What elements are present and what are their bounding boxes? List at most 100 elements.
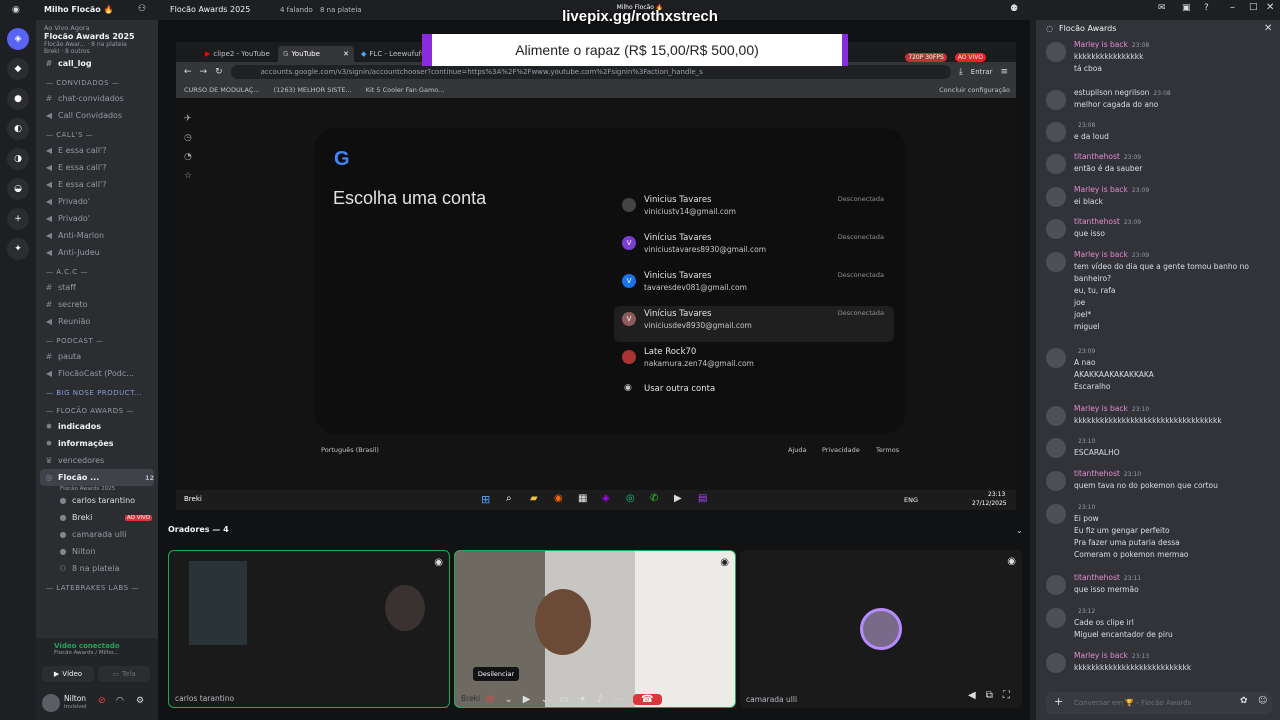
message-author[interactable]: Marley is back bbox=[1074, 250, 1128, 259]
category-latebrakes[interactable]: — LateBrakes Labs — bbox=[36, 581, 158, 595]
signin-button[interactable]: Entrar bbox=[971, 68, 993, 76]
avatar[interactable] bbox=[1046, 42, 1066, 62]
category-convidados[interactable]: — CONVIDADOS — bbox=[36, 76, 158, 90]
clock-date[interactable]: 27/12/2025 bbox=[972, 500, 1007, 507]
mic-muted-icon[interactable]: ⊘ bbox=[98, 696, 106, 706]
server-icon[interactable]: ◒ bbox=[7, 178, 29, 200]
avatar[interactable] bbox=[42, 694, 60, 712]
category-acc[interactable]: — A.C.C — bbox=[36, 265, 158, 279]
message-author[interactable]: titanthehost bbox=[1074, 152, 1120, 161]
category-podcast[interactable]: — PODCAST — bbox=[36, 334, 158, 348]
channel-call-convidados[interactable]: ◀ Call Convidados bbox=[36, 107, 158, 124]
message-author[interactable]: Marley is back bbox=[1074, 40, 1128, 49]
account-row[interactable]: V Vinícius Tavares viniciusdev8930@gmail.c… bbox=[614, 306, 894, 342]
avatar[interactable] bbox=[1046, 122, 1066, 142]
channel-anti-marlon[interactable]: ◀ Anti-Marlon bbox=[36, 227, 158, 244]
chevron-down-icon[interactable]: ⌄ bbox=[1016, 526, 1023, 535]
volume-icon[interactable]: ◀ bbox=[968, 690, 976, 701]
voice-sub[interactable]: Flocão Awards / Milho... bbox=[36, 650, 158, 656]
channel-staff[interactable]: # staff bbox=[36, 279, 158, 296]
download-icon[interactable]: ⤓ bbox=[959, 67, 963, 77]
history-icon[interactable]: ◷ bbox=[184, 129, 192, 148]
camera-icon[interactable]: ▶ bbox=[523, 694, 531, 705]
stage-user-carlos[interactable]: ● carlos tarantino bbox=[36, 492, 158, 509]
avatar[interactable] bbox=[1046, 438, 1066, 458]
popout-icon[interactable]: ⧉ bbox=[986, 690, 993, 701]
add-server-icon[interactable]: + bbox=[7, 208, 29, 230]
channel-call-3[interactable]: ◀ E essa call'? bbox=[36, 176, 158, 193]
maximize-icon[interactable]: □ bbox=[1249, 2, 1258, 12]
account-row[interactable]: Late Rock70 nakamura.zen74@gmail.com bbox=[614, 344, 894, 380]
windows-start-icon[interactable]: ⊞ bbox=[481, 493, 490, 506]
add-friend-icon[interactable]: ⚇ bbox=[138, 4, 146, 14]
live-event-title[interactable]: Flocão Awards 2025 bbox=[44, 32, 150, 41]
close-tab-icon[interactable]: ✕ bbox=[343, 50, 349, 58]
headset-icon[interactable]: ◠ bbox=[116, 696, 124, 706]
avatar[interactable] bbox=[1046, 90, 1066, 110]
avatar[interactable] bbox=[1046, 575, 1066, 595]
channel-indicados[interactable]: ✸ indicados bbox=[36, 418, 158, 435]
stream-icon[interactable]: ◉ bbox=[720, 557, 729, 568]
use-other-account[interactable]: ◉ Usar outra conta bbox=[614, 380, 894, 402]
video-tile-ulli[interactable]: ◉ camarada ulli bbox=[740, 550, 1022, 708]
bookmark[interactable]: (1263) MELHOR SISTE... bbox=[274, 86, 352, 94]
terms-link[interactable]: Termos bbox=[876, 446, 899, 454]
app-icon[interactable]: ▤ bbox=[698, 493, 707, 504]
message-author[interactable]: titanthehost bbox=[1074, 573, 1120, 582]
browser-tab[interactable]: ▶ clipe2 - YouTube bbox=[200, 46, 276, 62]
channel-anti-judeu[interactable]: ◀ Anti-Judeu bbox=[36, 244, 158, 261]
avatar[interactable] bbox=[1046, 252, 1066, 272]
language-indicator[interactable]: ENG bbox=[904, 496, 918, 504]
server-icon[interactable]: ◈ bbox=[7, 28, 29, 50]
message-author[interactable]: estupilson negrilson bbox=[1074, 88, 1149, 97]
chevron-down-icon[interactable]: ⌄ bbox=[540, 694, 548, 705]
message-author[interactable]: titanthehost bbox=[1074, 469, 1120, 478]
close-icon[interactable]: ✕ bbox=[1266, 2, 1274, 13]
channel-privado-1[interactable]: ◀ Privado' bbox=[36, 193, 158, 210]
bookmark[interactable]: CURSO DE MODULAÇ... bbox=[184, 86, 260, 94]
server-icon[interactable]: ◑ bbox=[7, 148, 29, 170]
stage-audience[interactable]: ⚇ 8 na plateia bbox=[36, 560, 158, 577]
discover-icon[interactable]: ✦ bbox=[7, 238, 29, 260]
add-attachment-icon[interactable]: + bbox=[1054, 695, 1063, 708]
message-author[interactable]: titanthehost bbox=[1074, 217, 1120, 226]
activity-icon[interactable]: ✦ bbox=[578, 694, 586, 705]
more-icon[interactable]: ⋯ bbox=[613, 694, 623, 705]
screen-button[interactable]: ▭ Tela bbox=[98, 666, 150, 682]
minimize-icon[interactable]: – bbox=[1230, 2, 1235, 13]
chat-input[interactable]: + Conversar em 🏆・Flocão Awards ✿ ☺ bbox=[1046, 692, 1272, 714]
video-button[interactable]: ▶ Vídeo bbox=[42, 666, 94, 682]
avatar[interactable] bbox=[1046, 348, 1066, 368]
my-username[interactable]: Nilton bbox=[64, 694, 86, 703]
video-tile-carlos[interactable]: ◉ carlos tarantino bbox=[168, 550, 450, 708]
channel-call-2[interactable]: ◀ E essa call'? bbox=[36, 159, 158, 176]
back-icon[interactable]: ← bbox=[184, 67, 192, 77]
bookmark[interactable]: Concluir configuração bbox=[939, 86, 1010, 94]
video-tile-breki[interactable]: ◉ Desilenciar Breki bbox=[454, 550, 736, 708]
discord-icon[interactable]: ◉ bbox=[12, 5, 20, 15]
stage-user-ulli[interactable]: ● camarada ulli bbox=[36, 526, 158, 543]
star-icon[interactable]: ☆ bbox=[184, 167, 192, 186]
server-icon[interactable]: ◐ bbox=[7, 118, 29, 140]
account-row[interactable]: Vinicius Tavares viniciustv14@gmail.com De… bbox=[614, 192, 894, 228]
avatar[interactable] bbox=[1046, 406, 1066, 426]
channel-chat-convidados[interactable]: # chat-convidados bbox=[36, 90, 158, 107]
channel-vencedores[interactable]: ♛ vencedores bbox=[36, 452, 158, 469]
language-select[interactable]: Português (Brasil) bbox=[321, 446, 379, 454]
screen-share[interactable]: ▶ clipe2 - YouTube G YouTube ✕ ◆ FLC - Leewu… bbox=[176, 42, 1016, 510]
forward-icon[interactable]: → bbox=[200, 67, 208, 77]
channel-pauta[interactable]: # pauta bbox=[36, 348, 158, 365]
app-icon[interactable]: ◈ bbox=[602, 493, 610, 504]
avatar[interactable] bbox=[1046, 504, 1066, 524]
category-bignose[interactable]: — BIG NOSE PRODUCT... bbox=[36, 386, 158, 400]
message-author[interactable]: Marley is back bbox=[1074, 185, 1128, 194]
search-icon[interactable]: ⌕ bbox=[506, 493, 512, 504]
avatar[interactable] bbox=[1046, 219, 1066, 239]
help-icon[interactable]: ? bbox=[1204, 3, 1209, 13]
bookmark[interactable]: Kit 5 Cooler Fan Gamo... bbox=[366, 86, 445, 94]
channel-stage-flocao[interactable]: ◎ Flocão ... 12 bbox=[40, 469, 154, 486]
chevron-down-icon[interactable]: ⌄ bbox=[504, 694, 512, 705]
avatar[interactable] bbox=[1046, 154, 1066, 174]
pin-icon[interactable]: ✈ bbox=[184, 110, 192, 129]
category-flocao-awards[interactable]: — Flocão Awards — bbox=[36, 404, 158, 418]
